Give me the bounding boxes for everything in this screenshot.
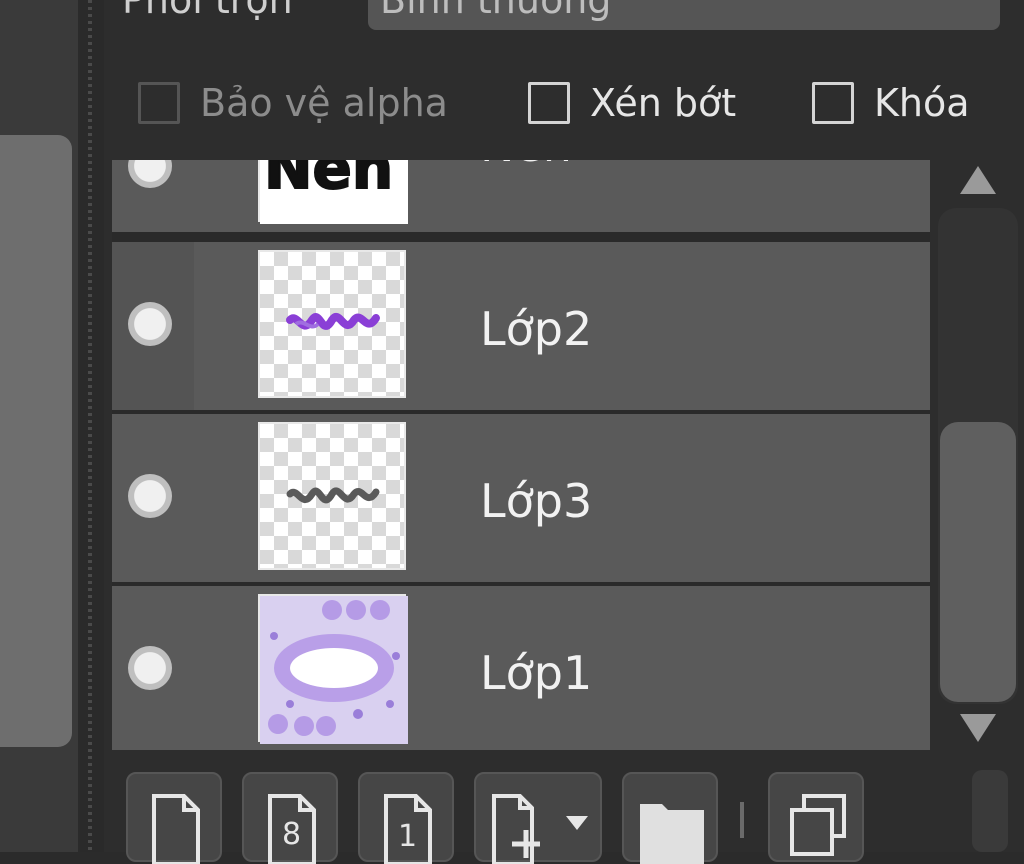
left-panel-strip: [0, 0, 78, 852]
new-folder-button[interactable]: [622, 772, 718, 864]
duplicate-icon: [790, 794, 846, 856]
layer-row[interactable]: Lớp2: [112, 242, 930, 410]
layer-name: Lớp2: [480, 302, 593, 356]
lock-option[interactable]: Khóa: [812, 78, 970, 128]
layer-list: Nền Nền Lớp2 Lớp3: [112, 160, 930, 750]
new-layer-button[interactable]: [126, 772, 222, 864]
new-8bit-layer-icon: 8: [268, 794, 316, 864]
layer-toolbar: 8 1: [110, 756, 1024, 864]
new-1bit-layer-icon: 1: [384, 794, 432, 864]
blend-mode-select[interactable]: Bình thường: [368, 0, 1000, 30]
protect-alpha-option[interactable]: Bảo vệ alpha: [138, 78, 448, 128]
blend-mode-row: Phối trộn Bình thường: [104, 0, 1024, 40]
protect-alpha-checkbox[interactable]: [138, 82, 180, 124]
layer-name: Lớp1: [480, 646, 593, 700]
clip-label: Xén bớt: [590, 81, 737, 125]
clip-checkbox[interactable]: [528, 82, 570, 124]
clip-option[interactable]: Xén bớt: [528, 78, 736, 128]
layer-thumbnail: [258, 422, 406, 570]
scroll-up-arrow-icon[interactable]: [960, 166, 996, 194]
blend-mode-value: Bình thường: [380, 0, 612, 22]
layer-name: Lớp3: [480, 474, 593, 528]
new-1bit-layer-button[interactable]: 1: [358, 772, 454, 864]
new-8bit-layer-button[interactable]: 8: [242, 772, 338, 864]
panel-splitter[interactable]: [80, 0, 104, 852]
layer-row[interactable]: Nền Nền: [112, 160, 930, 232]
layers-panel: Phối trộn Bình thường Bảo vệ alpha Xén b…: [104, 0, 1024, 864]
toolbar-separator: [740, 802, 744, 838]
visibility-toggle[interactable]: [128, 474, 172, 518]
layer-name: Nền: [480, 160, 572, 172]
layer-list-scrollbar[interactable]: [932, 160, 1024, 750]
visibility-toggle[interactable]: [128, 646, 172, 690]
duplicate-layer-button[interactable]: [768, 772, 864, 862]
left-scrollbar-thumb[interactable]: [0, 135, 72, 747]
layer-thumbnail: [258, 250, 406, 398]
layer-row[interactable]: Lớp3: [112, 414, 930, 582]
scrollbar-thumb[interactable]: [940, 422, 1016, 702]
add-layer-dropdown-icon: [492, 794, 588, 864]
svg-text:8: 8: [282, 817, 301, 852]
visibility-toggle[interactable]: [128, 302, 172, 346]
scroll-down-arrow-icon[interactable]: [960, 714, 996, 742]
lock-label: Khóa: [874, 81, 970, 125]
protect-alpha-label: Bảo vệ alpha: [200, 81, 448, 125]
svg-text:Nền: Nền: [264, 160, 393, 202]
lock-checkbox[interactable]: [812, 82, 854, 124]
blend-mode-label: Phối trộn: [122, 0, 293, 22]
folder-icon: [640, 804, 704, 864]
toolbar-scrollbar[interactable]: [972, 770, 1008, 852]
new-layer-icon: [152, 794, 200, 864]
svg-text:1: 1: [398, 819, 417, 854]
add-layer-menu-button[interactable]: [474, 772, 602, 864]
layer-thumbnail: [258, 594, 408, 744]
layer-row[interactable]: Lớp1: [112, 586, 930, 750]
layer-thumbnail: Nền: [258, 160, 408, 224]
